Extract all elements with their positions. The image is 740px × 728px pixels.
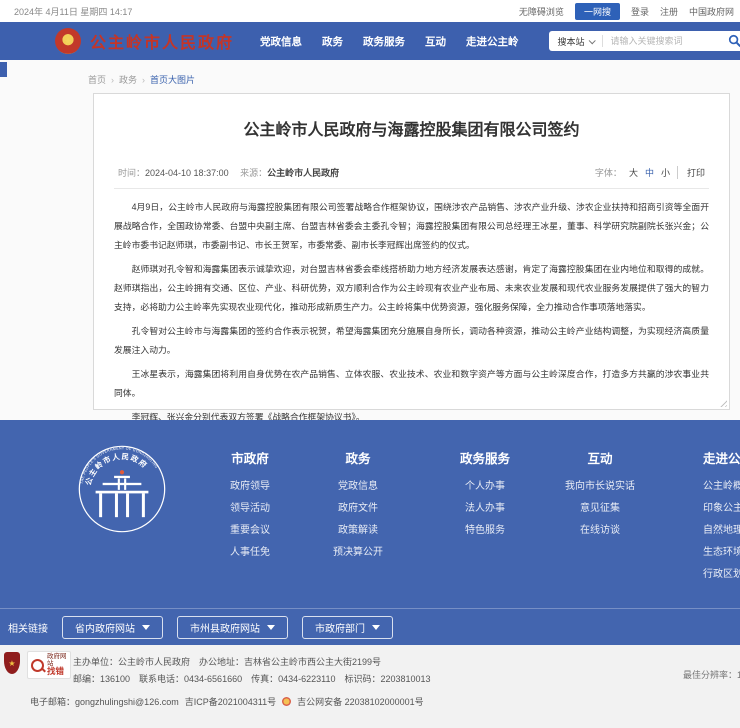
caret-down-icon xyxy=(142,625,150,630)
footer-link[interactable]: 生态环境 xyxy=(703,548,740,558)
footer-link[interactable]: 我向市长说实话 xyxy=(535,482,665,492)
national-emblem-icon: ★ xyxy=(55,28,81,54)
footer-link[interactable]: 人事任免 xyxy=(200,548,300,558)
footer-col-gov-affairs: 政务 党政信息 政府文件 政策解读 预决算公开 xyxy=(308,448,408,570)
footer-col-about-city: 走进公主岭 公主岭概况 印象公主岭 自然地理 生态环境 行政区划 xyxy=(703,448,740,592)
nav-item-party-info[interactable]: 党政信息 xyxy=(260,34,302,49)
best-resolution-note: 最佳分辨率：1920*1080 xyxy=(683,668,740,681)
footer-link[interactable]: 政府文件 xyxy=(308,504,408,514)
footer-link[interactable]: 公主岭概况 xyxy=(703,482,740,492)
footer-link[interactable]: 个人办事 xyxy=(425,482,545,492)
site-title: 公主岭市人民政府 xyxy=(90,29,234,53)
related-links-bar: 相关链接 省内政府网站 市州县政府网站 市政府部门 xyxy=(0,608,740,645)
dropdown-provincial-sites[interactable]: 省内政府网站 xyxy=(62,616,163,639)
footer-col-interaction: 互动 我向市长说实话 意见征集 在线访谈 xyxy=(535,448,665,548)
government-seal-logo: THE PEOPLE'S GOVERNMENT OF GONGZHULING 公… xyxy=(78,445,166,533)
article-meta-bar: 时间：2024-04-10 18:37:00 来源：公主岭市人民政府 字体： 大… xyxy=(114,166,709,189)
search-divider xyxy=(602,35,603,47)
breadcrumb-gov[interactable]: 政务 xyxy=(119,73,137,86)
footer-link[interactable]: 印象公主岭 xyxy=(703,504,740,514)
footer-link[interactable]: 行政区划 xyxy=(703,570,740,580)
font-size-medium[interactable]: 中 xyxy=(645,166,654,179)
footer-col-title[interactable]: 政务 xyxy=(308,448,408,467)
footer-col-title[interactable]: 走进公主岭 xyxy=(703,448,740,467)
article-title: 公主岭市人民政府与海露控股集团有限公司签约 xyxy=(114,116,709,140)
breadcrumb-separator: › xyxy=(142,75,145,85)
footer-col-title[interactable]: 政务服务 xyxy=(425,448,545,467)
footer-col-title[interactable]: 市政府 xyxy=(200,448,300,467)
footer-col-title[interactable]: 互动 xyxy=(535,448,665,467)
site-footer: THE PEOPLE'S GOVERNMENT OF GONGZHULING 公… xyxy=(0,420,740,608)
footer-link[interactable]: 意见征集 xyxy=(535,504,665,514)
related-links-label: 相关链接 xyxy=(8,620,48,635)
paragraph: 孔令智对公主岭市与海露集团的签约合作表示祝贺，希望海露集团充分施展自身所长，调动… xyxy=(114,322,709,360)
footer-link[interactable]: 预决算公开 xyxy=(308,548,408,558)
register-link[interactable]: 注册 xyxy=(660,5,678,18)
footer-link[interactable]: 重要会议 xyxy=(200,526,300,536)
footer-link[interactable]: 在线访谈 xyxy=(535,526,665,536)
breadcrumb-separator: › xyxy=(111,75,114,85)
sponsor-address-line: 主办单位：公主岭市人民政府 办公地址：吉林省公主岭市西公主大街2199号 xyxy=(73,655,381,668)
caret-down-icon xyxy=(372,625,380,630)
chevron-down-icon xyxy=(588,37,595,44)
archway-gate-icon xyxy=(96,470,149,517)
search-icon[interactable] xyxy=(728,34,740,48)
article-body: 4月9日，公主岭市人民政府与海露控股集团有限公司签署战略合作框架协议，围绕涉农产… xyxy=(114,198,709,432)
breadcrumb-home[interactable]: 首页 xyxy=(88,73,106,86)
site-error-report-badge[interactable]: 政府网站 找错 xyxy=(27,651,71,679)
email-icp-line: 电子邮箱：gongzhulingshi@126.com 吉ICP备2021004… xyxy=(30,695,424,708)
font-size-small[interactable]: 小 xyxy=(661,166,670,179)
site-search-box: 搜本站 xyxy=(549,31,740,51)
caret-down-icon xyxy=(267,625,275,630)
nav-item-gov-affairs[interactable]: 政务 xyxy=(322,34,343,49)
footer-link[interactable]: 法人办事 xyxy=(425,504,545,514)
police-badge-icon xyxy=(282,697,291,706)
time-label: 时间： xyxy=(118,168,145,178)
footer-col-city-gov: 市政府 政府领导 领导活动 重要会议 人事任免 xyxy=(200,448,300,570)
footer-col-services: 政务服务 个人办事 法人办事 特色服务 xyxy=(425,448,545,548)
error-magnifier-icon xyxy=(31,659,44,672)
nav-item-interaction[interactable]: 互动 xyxy=(425,34,446,49)
login-link[interactable]: 登录 xyxy=(631,5,649,18)
paragraph: 王冰星表示，海露集团将利用自身优势在农产品销售、立体农服、农业技术、农业和数字资… xyxy=(114,365,709,403)
accessibility-link[interactable]: 无障碍浏览 xyxy=(519,5,564,18)
decorative-corner-tab xyxy=(0,62,7,77)
footer-link[interactable]: 政策解读 xyxy=(308,526,408,536)
bottom-info-footer: ★ 政府网站 找错 主办单位：公主岭市人民政府 办公地址：吉林省公主岭市西公主大… xyxy=(0,645,740,728)
font-size-label: 字体： xyxy=(595,166,622,179)
print-button[interactable]: 打印 xyxy=(677,166,705,179)
police-record-number[interactable]: 吉公网安备 22038102000001号 xyxy=(297,695,424,708)
footer-link[interactable]: 政府领导 xyxy=(200,482,300,492)
breadcrumb-current[interactable]: 首页大图片 xyxy=(150,73,195,86)
paragraph: 4月9日，公主岭市人民政府与海露控股集团有限公司签署战略合作框架协议，围绕涉农产… xyxy=(114,198,709,255)
article-source: 公主岭市人民政府 xyxy=(267,168,339,178)
footer-link[interactable]: 领导活动 xyxy=(200,504,300,514)
article-card: 公主岭市人民政府与海露控股集团有限公司签约 时间：2024-04-10 18:3… xyxy=(93,93,730,410)
source-label: 来源： xyxy=(240,168,267,178)
supervision-shield-icon[interactable]: ★ xyxy=(4,652,20,674)
main-nav: 党政信息 政务 政务服务 互动 走进公主岭 xyxy=(260,34,519,49)
nav-item-about-city[interactable]: 走进公主岭 xyxy=(466,34,519,49)
font-size-large[interactable]: 大 xyxy=(629,166,638,179)
nav-item-gov-services[interactable]: 政务服务 xyxy=(363,34,405,49)
icp-number[interactable]: 吉ICP备2021004311号 xyxy=(185,695,276,708)
unified-search-button[interactable]: 一网搜 xyxy=(575,3,620,20)
paragraph: 赵师琪对孔令智和海露集团表示诚挚欢迎，对台盟吉林省委会牵线搭桥助力地方经济发展表… xyxy=(114,260,709,317)
email-text: 电子邮箱：gongzhulingshi@126.com xyxy=(30,695,179,708)
dropdown-city-county-sites[interactable]: 市州县政府网站 xyxy=(177,616,288,639)
top-utility-bar: 2024年 4月11日 星期四 14:17 无障碍浏览 一网搜 登录 注册 中国… xyxy=(0,0,740,22)
search-input[interactable] xyxy=(611,36,728,46)
dropdown-gov-departments[interactable]: 市政府部门 xyxy=(302,616,393,639)
china-gov-link[interactable]: 中国政府网 xyxy=(689,5,734,18)
footer-link[interactable]: 特色服务 xyxy=(425,526,545,536)
site-header: ★ 公主岭市人民政府 党政信息 政务 政务服务 互动 走进公主岭 搜本站 xyxy=(0,22,740,60)
search-scope-select[interactable]: 搜本站 xyxy=(558,35,594,48)
current-datetime: 2024年 4月11日 星期四 14:17 xyxy=(14,5,132,18)
breadcrumb: 首页 › 政务 › 首页大图片 xyxy=(88,73,195,86)
contact-line: 邮编：136100 联系电话：0434-6561660 传真：0434-6223… xyxy=(73,672,431,685)
footer-link[interactable]: 党政信息 xyxy=(308,482,408,492)
footer-link[interactable]: 自然地理 xyxy=(703,526,740,536)
publish-time: 2024-04-10 18:37:00 xyxy=(145,168,229,178)
main-content-area: 首页 › 政务 › 首页大图片 公主岭市人民政府与海露控股集团有限公司签约 时间… xyxy=(0,60,740,420)
